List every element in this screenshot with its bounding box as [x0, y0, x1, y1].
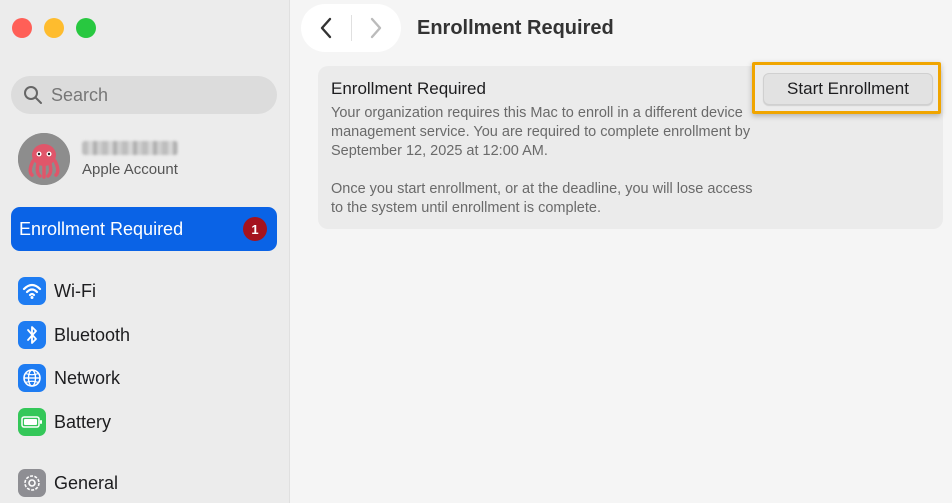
search-input[interactable]	[51, 84, 251, 106]
sidebar-item-label: Battery	[54, 411, 112, 432]
notification-badge: 1	[243, 217, 267, 241]
card-title: Enrollment Required	[331, 79, 486, 98]
apple-account-row[interactable]: Apple Account	[18, 132, 278, 186]
search-field[interactable]	[11, 76, 277, 114]
description-paragraph: Your organization requires this Mac to e…	[331, 105, 751, 159]
sidebar-item-label: Wi-Fi	[54, 280, 96, 301]
minimize-window-button[interactable]	[44, 18, 64, 38]
card-description: Your organization requires this Mac to e…	[331, 104, 761, 218]
octopus-avatar-icon	[18, 133, 70, 185]
sidebar-item-wifi[interactable]: Wi-Fi	[18, 276, 278, 306]
chevron-left-icon	[320, 17, 331, 39]
system-settings-window: Apple Account Enrollment Required 1 Wi-F…	[0, 0, 952, 503]
sidebar-item-label: Bluetooth	[54, 324, 131, 345]
wifi-icon	[18, 277, 46, 305]
sidebar: Apple Account Enrollment Required 1 Wi-F…	[0, 0, 290, 503]
sidebar-item-label: General	[54, 472, 119, 493]
battery-icon	[18, 408, 46, 436]
close-window-button[interactable]	[12, 18, 32, 38]
sidebar-item-bluetooth[interactable]: Bluetooth	[18, 320, 278, 350]
chevron-right-icon	[371, 17, 382, 39]
back-button[interactable]	[301, 4, 351, 52]
globe-icon	[18, 364, 46, 392]
window-controls	[12, 18, 96, 38]
start-enrollment-button[interactable]: Start Enrollment	[763, 73, 933, 105]
sidebar-item-battery[interactable]: Battery	[18, 407, 278, 437]
bluetooth-icon	[18, 321, 46, 349]
description-paragraph: Once you start enrollment, or at the dea…	[331, 181, 753, 216]
navigation-pill	[301, 4, 401, 52]
sidebar-item-general[interactable]: General	[18, 468, 278, 498]
sidebar-item-label: Network	[54, 367, 121, 388]
account-name-redacted	[82, 140, 178, 155]
forward-button[interactable]	[351, 4, 401, 52]
search-icon	[24, 86, 42, 104]
avatar	[18, 133, 70, 185]
sidebar-item-network[interactable]: Network	[18, 363, 278, 393]
account-label: Apple Account	[82, 160, 178, 178]
sidebar-item-enrollment-required[interactable]: Enrollment Required 1	[11, 207, 277, 251]
gear-icon	[18, 469, 46, 497]
zoom-window-button[interactable]	[76, 18, 96, 38]
sidebar-item-label: Enrollment Required	[19, 218, 184, 239]
page-title: Enrollment Required	[417, 17, 614, 39]
